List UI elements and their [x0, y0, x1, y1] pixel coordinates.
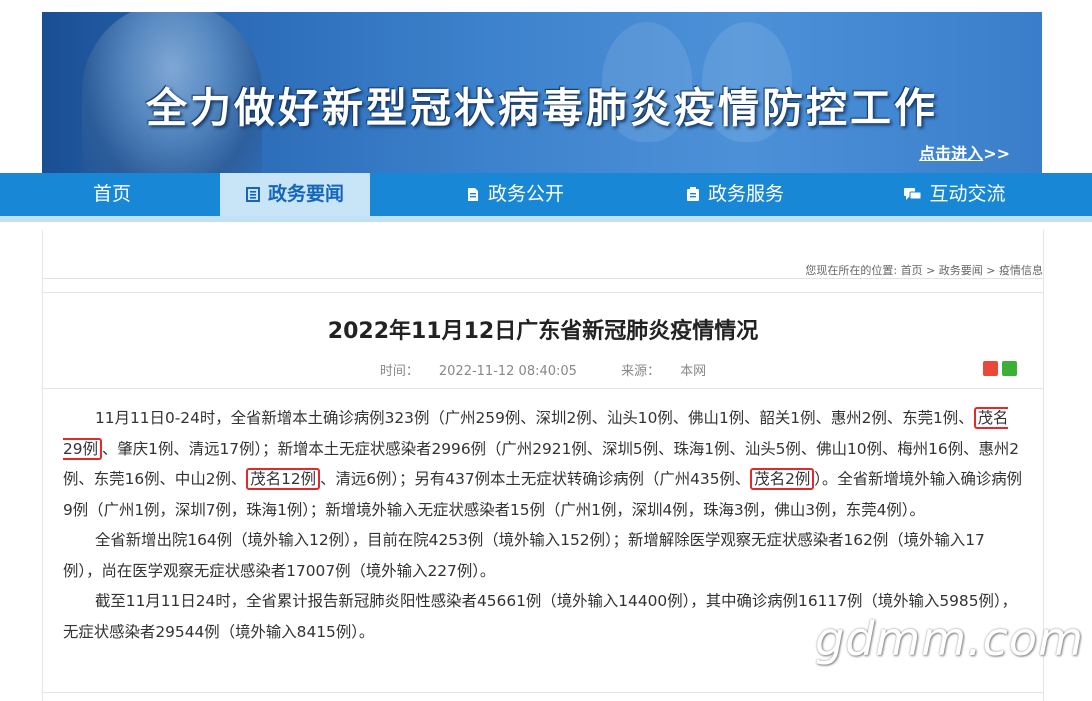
p1-text-c: 、清远6例）；另有437例本土无症状转确诊病例（广州435例、: [320, 470, 751, 488]
highlight-maoming-2: 茂名2例: [750, 468, 815, 490]
enter-link[interactable]: 点击进入>>: [919, 140, 1010, 164]
paragraph-1: 11月11日0-24时，全省新增本土确诊病例323例（广州259例、深圳2例、汕…: [63, 403, 1023, 525]
divider: [43, 292, 1043, 293]
document-icon: [466, 175, 480, 201]
service-icon: [686, 175, 700, 201]
p1-text-a: 11月11日0-24时，全省新增本土确诊病例323例（广州259例、深圳2例、汕…: [95, 409, 974, 427]
divider: [43, 692, 1043, 693]
watermark: gdmm.com: [815, 612, 1084, 666]
article-body: 11月11日0-24时，全省新增本土确诊病例323例（广州259例、深圳2例、汕…: [63, 403, 1023, 647]
enter-label: 点击进入: [919, 144, 984, 163]
article-title: 2022年11月12日广东省新冠肺炎疫情情况: [327, 319, 759, 344]
paragraph-2: 全省新增出院164例（境外输入12例），目前在院4253例（境外输入152例）；…: [63, 531, 985, 580]
nav-interact[interactable]: 互动交流: [880, 173, 1030, 216]
source-label: 来源：: [621, 364, 661, 379]
nav-service-label: 政务服务: [707, 183, 784, 205]
article-meta: 时间： 2022-11-12 08:40:05 来源： 本网: [43, 360, 1043, 379]
breadcrumb: 您现在所在的位置: 首页 > 政务要闻 > 疫情信息: [805, 262, 1043, 278]
main-nav: 首页 政务要闻 政务公开 政务服务 互动交流: [0, 173, 1092, 222]
breadcrumb-sep: >: [926, 264, 936, 277]
banner-title: 全力做好新型冠状病毒肺炎疫情防控工作: [146, 84, 938, 132]
news-icon: [245, 175, 260, 202]
banner[interactable]: 全力做好新型冠状病毒肺炎疫情防控工作 点击进入>>: [42, 12, 1042, 176]
breadcrumb-news[interactable]: 政务要闻: [939, 264, 983, 277]
time-label: 时间：: [379, 364, 419, 379]
breadcrumb-prefix: 您现在所在的位置:: [805, 264, 898, 277]
divider: [43, 278, 1043, 279]
wechat-icon[interactable]: [1002, 361, 1017, 376]
article-time: 2022-11-12 08:40:05: [438, 364, 577, 379]
nav-interact-label: 互动交流: [929, 183, 1006, 205]
chat-icon: [904, 175, 922, 200]
highlight-maoming-12: 茂名12例: [246, 468, 321, 490]
enter-arrows: >>: [983, 144, 1010, 163]
share-buttons: [979, 361, 1017, 380]
nav-news-label: 政务要闻: [267, 183, 344, 205]
nav-home-label: 首页: [92, 183, 131, 205]
breadcrumb-home[interactable]: 首页: [901, 264, 923, 277]
nav-home[interactable]: 首页: [42, 173, 182, 216]
breadcrumb-epidemic[interactable]: 疫情信息: [999, 264, 1043, 277]
nav-news[interactable]: 政务要闻: [220, 173, 370, 216]
nav-open-gov[interactable]: 政务公开: [440, 173, 590, 216]
nav-open-gov-label: 政务公开: [487, 183, 564, 205]
divider: [43, 388, 1043, 389]
nav-service[interactable]: 政务服务: [660, 173, 810, 216]
weibo-icon[interactable]: [983, 361, 998, 376]
article-source: 本网: [680, 364, 707, 379]
breadcrumb-sep: >: [986, 264, 996, 277]
